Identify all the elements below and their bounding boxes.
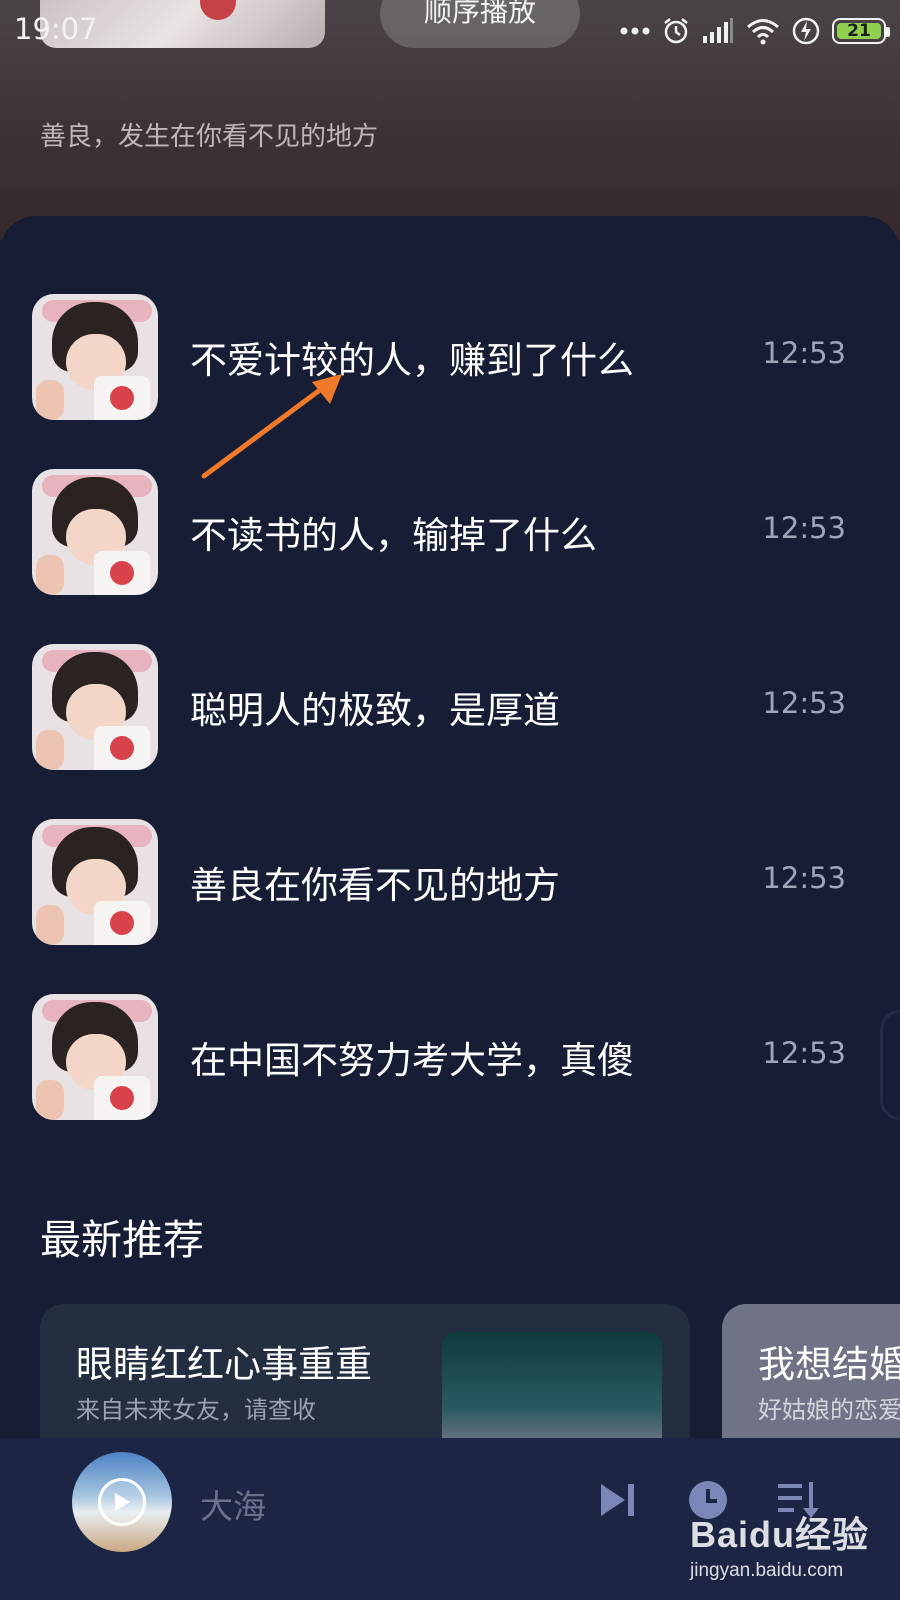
episode-row[interactable]: 善良在你看不见的地方 12:53 (0, 819, 900, 949)
episode-thumbnail (32, 994, 158, 1120)
recommend-card-subtitle: 来自未来女友，请查收 (76, 1396, 316, 1424)
annotation-arrow-icon (201, 374, 342, 479)
status-time: 19:07 (14, 12, 98, 46)
baidu-jingyan-watermark: Baidu经验 jingyan.baidu.com (690, 1506, 890, 1596)
more-dots-icon (620, 27, 650, 35)
episode-duration: 12:53 (762, 686, 846, 720)
scroll-handle[interactable] (880, 1010, 900, 1120)
battery-icon: 21 (832, 18, 890, 44)
episode-title: 聪明人的极致，是厚道 (190, 689, 560, 732)
episode-row[interactable]: 不读书的人，输掉了什么 12:53 (0, 469, 900, 599)
play-button[interactable] (98, 1478, 146, 1526)
album-description: 善良，发生在你看不见的地方 (40, 122, 379, 152)
episode-row[interactable]: 不爱计较的人，赚到了什么 12:53 (0, 294, 900, 424)
charging-icon (792, 17, 820, 45)
status-icons: 21 (620, 14, 890, 48)
wifi-icon (747, 19, 779, 45)
episode-duration: 12:53 (762, 336, 846, 370)
episode-row[interactable]: 聪明人的极致，是厚道 12:53 (0, 644, 900, 774)
signal-icon (703, 18, 733, 43)
episode-duration: 12:53 (762, 1036, 846, 1070)
episode-title: 善良在你看不见的地方 (190, 864, 560, 907)
episode-title: 不读书的人，输掉了什么 (190, 514, 597, 557)
episode-duration: 12:53 (762, 861, 846, 895)
next-track-button[interactable] (596, 1478, 640, 1522)
episode-thumbnail (32, 644, 158, 770)
now-playing-artwork[interactable] (72, 1452, 172, 1552)
episode-title: 在中国不努力考大学，真傻 (190, 1039, 634, 1082)
now-playing-title: 大海 (200, 1487, 266, 1526)
episode-thumbnail (32, 294, 158, 420)
watermark-url: jingyan.baidu.com (690, 1560, 844, 1581)
section-title-latest: 最新推荐 (40, 1216, 204, 1264)
alarm-icon (664, 18, 688, 44)
play-icon (115, 1493, 130, 1511)
recommend-card-title: 眼睛红红心事重重 (76, 1343, 372, 1386)
battery-level: 21 (847, 21, 871, 41)
status-bar: 19:07 21 (0, 0, 900, 62)
episode-row[interactable]: 在中国不努力考大学，真傻 12:53 (0, 994, 900, 1124)
recommend-card-title: 我想结婚 (758, 1343, 900, 1386)
next-track-icon (601, 1484, 634, 1516)
watermark-logo: Baidu经验 (690, 1514, 870, 1555)
recommend-card-subtitle: 好姑娘的恋爱 (758, 1396, 900, 1424)
episode-thumbnail (32, 469, 158, 595)
episode-duration: 12:53 (762, 511, 846, 545)
episode-thumbnail (32, 819, 158, 945)
